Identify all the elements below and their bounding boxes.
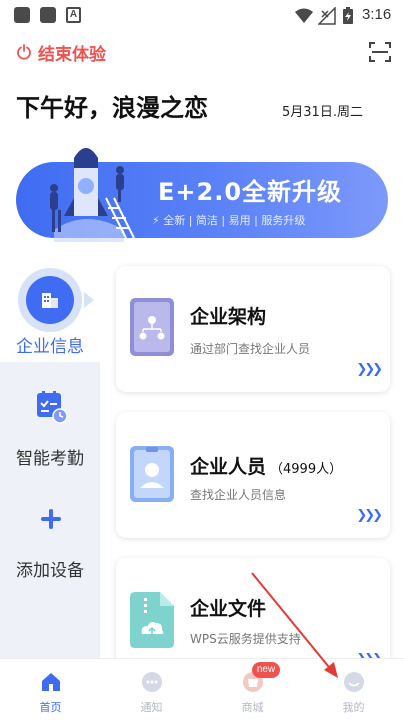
wifi-icon: [295, 8, 313, 23]
tab-profile[interactable]: 我的: [303, 659, 404, 720]
side-nav: 企业信息 智能考勤 添加设备: [0, 258, 100, 662]
font-a-icon: A: [66, 7, 81, 23]
card-description: 查找企业人员信息: [190, 488, 287, 502]
card-files[interactable]: 企业文件 WPS云服务提供支持 ❯❯❯: [116, 558, 390, 668]
end-experience-button[interactable]: 结束体验: [16, 40, 106, 65]
banner-title: E+2.0全新升级: [158, 178, 343, 206]
new-badge: new: [252, 662, 280, 678]
notification-icon: [40, 7, 56, 23]
card-description: WPS云服务提供支持: [190, 632, 301, 646]
banner-subtitle: ⚡ 全新 | 简洁 | 易用 | 服务升级: [152, 214, 306, 227]
org-chart-icon: [130, 298, 174, 356]
nav-label-add-device: 添加设备: [16, 561, 84, 581]
staff-count: （4999人）: [270, 462, 343, 477]
lightning-icon: ⚡: [152, 214, 160, 227]
attendance-icon: [37, 391, 68, 424]
nav-item-add-device[interactable]: 添加设备: [0, 502, 100, 582]
tab-notifications[interactable]: 通知: [101, 659, 202, 720]
plus-icon: [41, 509, 61, 529]
card-org-structure[interactable]: 企业架构 通过部门查找企业人员 ❯❯❯: [116, 266, 390, 392]
nav-item-company-info[interactable]: 企业信息: [0, 258, 100, 362]
profile-icon: [344, 672, 364, 692]
nav-label-attendance: 智能考勤: [16, 449, 84, 469]
card-title: 企业人员 （4999人）: [190, 456, 343, 478]
notification-icon: [14, 7, 30, 23]
building-icon: [42, 293, 58, 308]
chat-icon: [142, 672, 162, 692]
tab-label: 通知: [140, 701, 163, 714]
person-card-icon: [130, 446, 174, 502]
chevron-right-icon: ❯❯❯: [356, 362, 383, 377]
nav-pointer: [84, 292, 94, 308]
nav-item-attendance[interactable]: 智能考勤: [0, 386, 100, 469]
tab-label: 我的: [342, 701, 365, 714]
tab-label: 首页: [39, 701, 62, 714]
card-title: 企业架构: [190, 306, 267, 328]
battery-icon: [343, 7, 353, 24]
end-experience-label: 结束体验: [38, 44, 106, 65]
signal-icon: [318, 7, 336, 25]
greeting-text: 下午好，浪漫之恋: [16, 94, 208, 122]
clock: 3:16: [362, 6, 392, 23]
power-icon: [17, 44, 31, 60]
card-description: 通过部门查找企业人员: [190, 342, 311, 356]
card-staff[interactable]: 企业人员 （4999人） 查找企业人员信息 ❯❯❯: [116, 412, 390, 538]
tab-label: 商城: [241, 701, 264, 714]
card-title: 企业文件: [190, 598, 267, 620]
scan-icon[interactable]: [368, 40, 392, 64]
bottom-nav: 首页 通知 商城 我的: [0, 658, 404, 720]
rocket-illustration-icon: [16, 146, 135, 242]
nav-label-company-info: 企业信息: [16, 337, 84, 357]
cloud-file-icon: [130, 592, 174, 648]
date-text: 5月31日.周二: [282, 105, 363, 120]
status-bar: A 3:16: [0, 0, 404, 32]
home-icon: [42, 673, 60, 691]
chevron-right-icon: ❯❯❯: [356, 508, 383, 523]
tab-home[interactable]: 首页: [0, 659, 101, 720]
